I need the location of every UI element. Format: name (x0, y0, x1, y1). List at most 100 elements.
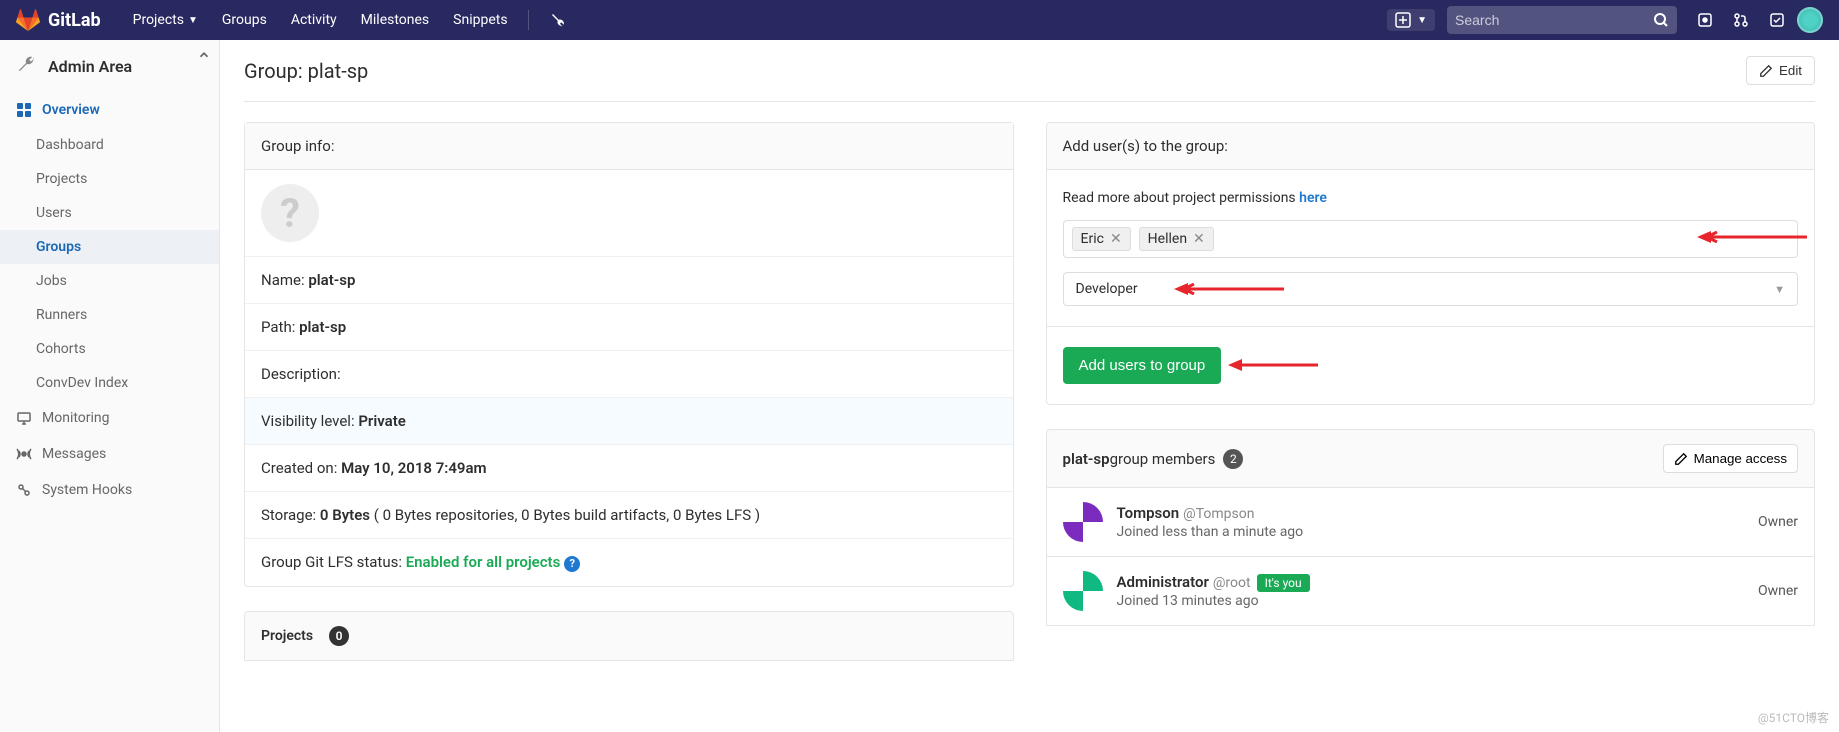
member-role: Owner (1758, 583, 1798, 599)
user-avatar[interactable] (1797, 7, 1823, 33)
remove-token-icon[interactable]: ✕ (1110, 231, 1122, 247)
manage-access-button[interactable]: Manage access (1663, 444, 1798, 473)
user-token[interactable]: Hellen✕ (1139, 227, 1214, 251)
brand-text: GitLab (48, 10, 101, 31)
nav-projects[interactable]: Projects▼ (121, 0, 210, 40)
user-token[interactable]: Eric✕ (1072, 227, 1131, 251)
permissions-link[interactable]: here (1299, 190, 1327, 206)
members-head: plat-sp group members 2 Manage access (1046, 429, 1816, 488)
members-count-badge: 2 (1223, 449, 1243, 469)
sidebar-system-hooks[interactable]: System Hooks (0, 472, 219, 508)
broadcast-icon (16, 446, 32, 462)
page-title: Group: plat-sp (244, 59, 368, 83)
add-users-body: Read more about project permissions here… (1046, 170, 1816, 405)
search-icon (1653, 12, 1669, 28)
group-info-card: Group info: ? Name: plat-sp Path: plat-s… (244, 122, 1014, 587)
plus-square-icon (1395, 12, 1411, 28)
annotation-arrow-icon (1697, 231, 1807, 243)
sidebar-item-cohorts[interactable]: Cohorts (0, 332, 219, 366)
member-avatar[interactable] (1063, 502, 1103, 542)
sidebar-item-users[interactable]: Users (0, 196, 219, 230)
sidebar-messages[interactable]: Messages (0, 436, 219, 472)
annotation-arrow-icon (1228, 359, 1318, 371)
content: Group: plat-sp Edit Group info: ? Name: … (220, 40, 1839, 732)
issues-link[interactable] (1689, 4, 1721, 36)
nav-snippets[interactable]: Snippets (441, 0, 519, 40)
sidebar-item-jobs[interactable]: Jobs (0, 264, 219, 298)
member-row: Administrator@rootIt's you Joined 13 min… (1046, 557, 1816, 626)
nav-right: ▼ (1387, 4, 1823, 36)
permissions-text: Read more about project permissions here (1063, 190, 1799, 206)
sidebar-overview[interactable]: Overview (0, 92, 219, 128)
new-dropdown[interactable]: ▼ (1387, 9, 1435, 31)
role-select[interactable]: Developer ▼ (1063, 272, 1799, 306)
left-column: Group info: ? Name: plat-sp Path: plat-s… (244, 122, 1014, 661)
pencil-icon (1759, 64, 1773, 78)
group-storage-row: Storage: 0 Bytes ( 0 Bytes repositories,… (245, 492, 1013, 539)
sidebar-item-projects[interactable]: Projects (0, 162, 219, 196)
lfs-status-link[interactable]: Enabled for all projects (406, 553, 561, 571)
overview-icon (16, 102, 32, 118)
member-avatar[interactable] (1063, 571, 1103, 611)
collapse-sidebar-button[interactable] (189, 44, 219, 70)
top-nav: GitLab Projects▼ Groups Activity Milesto… (0, 0, 1839, 40)
nav-activity[interactable]: Activity (279, 0, 349, 40)
chevron-down-icon: ▼ (188, 15, 198, 26)
user-token-input[interactable]: Eric✕ Hellen✕ (1063, 220, 1799, 258)
sidebar-item-dashboard[interactable]: Dashboard (0, 128, 219, 162)
group-path-row: Path: plat-sp (245, 304, 1013, 351)
remove-token-icon[interactable]: ✕ (1193, 231, 1205, 247)
group-avatar-placeholder: ? (261, 184, 319, 242)
annotation-arrow-icon (1174, 283, 1284, 295)
help-icon[interactable]: ? (564, 556, 580, 572)
divider (1047, 326, 1815, 327)
logo[interactable]: GitLab (16, 8, 101, 32)
search-input[interactable] (1455, 12, 1653, 28)
projects-card-head: Projects 0 (244, 611, 1014, 661)
todo-icon (1769, 12, 1785, 28)
issues-icon (1697, 12, 1713, 28)
watermark: @51CTO博客 (1758, 709, 1829, 726)
monitor-icon (16, 410, 32, 426)
nav-items: Projects▼ Groups Activity Milestones Sni… (121, 0, 577, 40)
group-name-row: Name: plat-sp (245, 257, 1013, 304)
edit-button[interactable]: Edit (1746, 56, 1815, 85)
merge-requests-link[interactable] (1725, 4, 1757, 36)
nav-milestones[interactable]: Milestones (349, 0, 442, 40)
search-box[interactable] (1447, 6, 1677, 34)
nav-admin-wrench[interactable] (537, 0, 577, 40)
chevron-down-icon: ▼ (1774, 283, 1785, 296)
member-row: Tompson@Tompson Joined less than a minut… (1046, 488, 1816, 557)
member-name[interactable]: Tompson (1117, 504, 1180, 522)
member-handle: @Tompson (1183, 506, 1254, 522)
group-info-head: Group info: (245, 123, 1013, 170)
member-role: Owner (1758, 514, 1798, 530)
nav-groups[interactable]: Groups (210, 0, 279, 40)
sidebar-item-convdev[interactable]: ConvDev Index (0, 366, 219, 400)
sidebar-item-runners[interactable]: Runners (0, 298, 219, 332)
sidebar: Admin Area Overview Dashboard Projects U… (0, 40, 220, 732)
pencil-icon (1674, 452, 1688, 466)
todos-link[interactable] (1761, 4, 1793, 36)
sidebar-title[interactable]: Admin Area (0, 40, 219, 92)
projects-count-badge: 0 (329, 626, 349, 646)
sidebar-item-groups[interactable]: Groups (0, 230, 219, 264)
gitlab-logo-icon (16, 8, 40, 32)
member-info: Administrator@rootIt's you Joined 13 min… (1117, 573, 1744, 609)
member-info: Tompson@Tompson Joined less than a minut… (1117, 504, 1744, 540)
wrench-icon (16, 54, 36, 74)
sidebar-monitoring[interactable]: Monitoring (0, 400, 219, 436)
hook-icon (16, 482, 32, 498)
chevron-up-icon (197, 48, 211, 62)
group-visibility-row: Visibility level: Private (245, 398, 1013, 445)
member-joined: Joined 13 minutes ago (1117, 593, 1744, 609)
nav-divider (528, 10, 529, 30)
member-name[interactable]: Administrator (1117, 573, 1209, 591)
add-users-button[interactable]: Add users to group (1063, 347, 1222, 384)
chevron-down-icon: ▼ (1417, 15, 1427, 26)
page-header: Group: plat-sp Edit (244, 48, 1815, 102)
group-lfs-row: Group Git LFS status: Enabled for all pr… (245, 539, 1013, 586)
group-description-row: Description: (245, 351, 1013, 398)
merge-request-icon (1733, 12, 1749, 28)
its-you-badge: It's you (1257, 574, 1310, 592)
